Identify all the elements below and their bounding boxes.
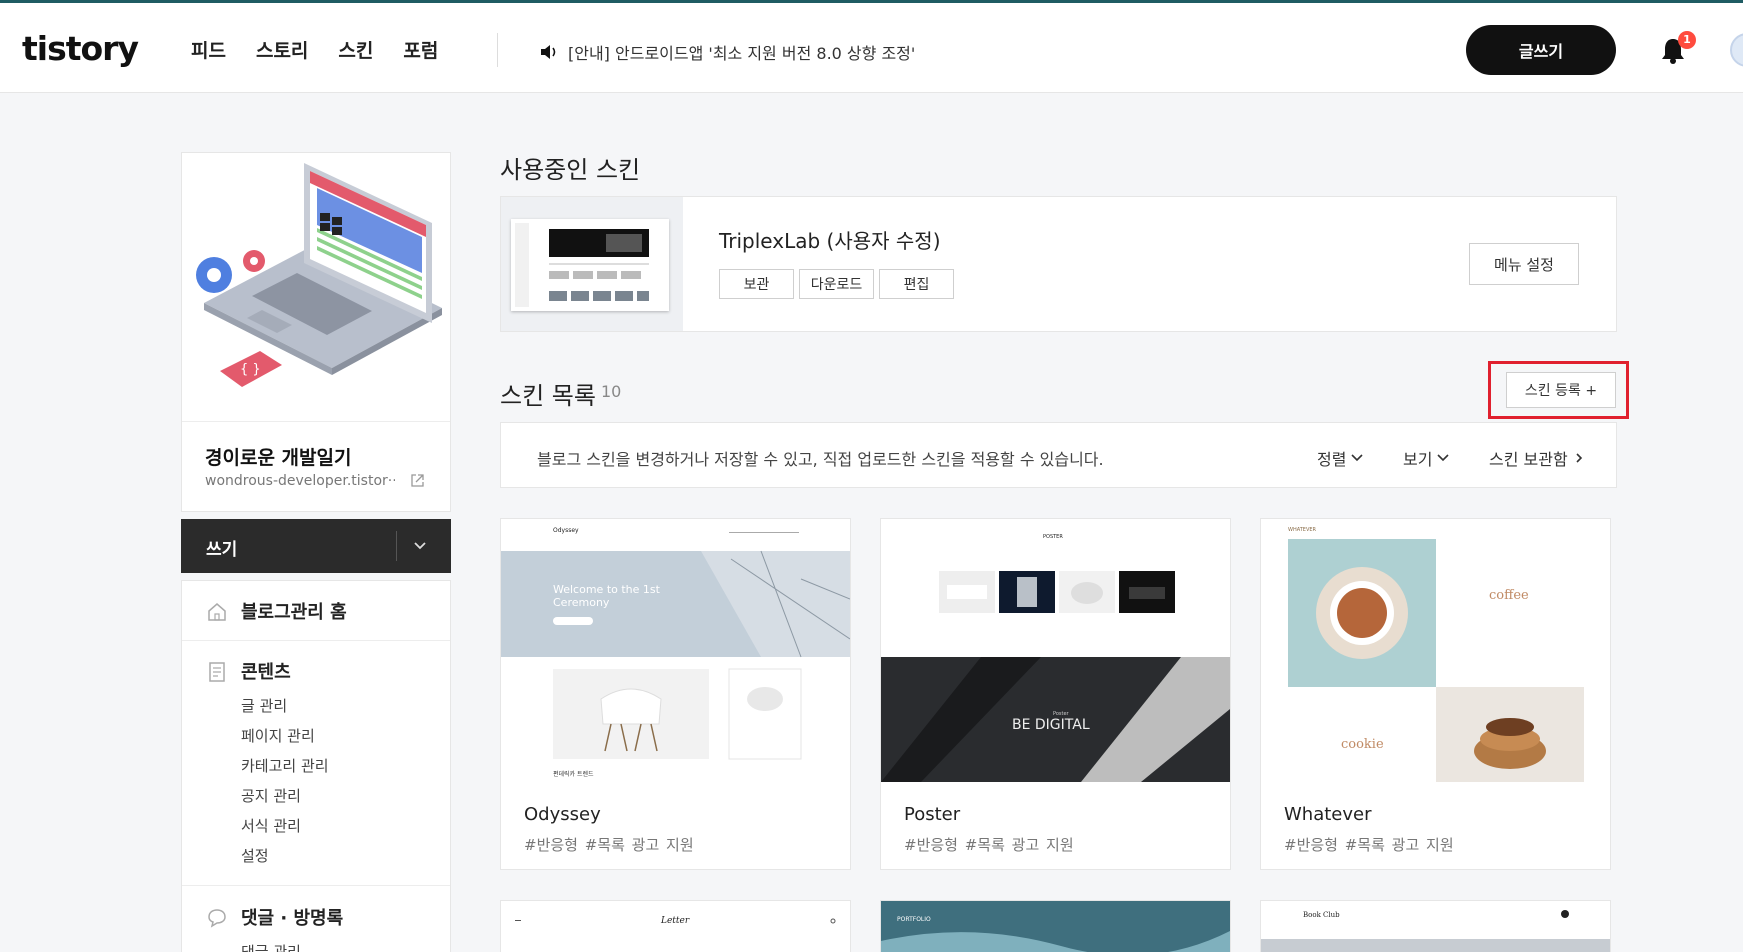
sidebar-item-home[interactable]: 블로그관리 홈 — [182, 581, 450, 641]
blog-name[interactable]: 경이로운 개발일기 — [205, 443, 351, 470]
current-skin-heading: 사용중인 스킨 — [500, 156, 641, 184]
skin-tags-odyssey: #반응형 #목록 광고 지원 — [524, 836, 694, 854]
current-skin-thumbnail[interactable] — [511, 219, 669, 311]
svg-text:{ }: { } — [240, 362, 261, 377]
current-skin-card: TriplexLab (사용자 수정) 보관 다운로드 편집 메뉴 설정 — [500, 196, 1617, 332]
nav-feed[interactable]: 피드 — [191, 36, 226, 63]
nav-divider — [497, 33, 498, 67]
menu-settings-button[interactable]: 메뉴 설정 — [1469, 243, 1579, 285]
skin-storage-label: 스킨 보관함 — [1489, 450, 1568, 469]
skin-list-heading: 스킨 목록 — [500, 382, 596, 410]
sidebar-item-templates[interactable]: 서식 관리 — [241, 815, 301, 836]
skin-card-portfolio[interactable]: PORTFOLIO — [880, 900, 1231, 952]
download-button[interactable]: 다운로드 — [799, 269, 874, 299]
view-dropdown[interactable]: 보기 — [1403, 446, 1450, 470]
comment-icon — [208, 909, 226, 928]
skin-card-letter[interactable]: Letter — [500, 900, 851, 952]
blog-url[interactable]: wondrous-developer.tistor··· — [205, 473, 395, 489]
whatever-brand: WHATEVER — [1288, 527, 1317, 533]
whatever-label-2: cookie — [1341, 737, 1384, 752]
edit-button[interactable]: 편집 — [879, 269, 954, 299]
archive-button[interactable]: 보관 — [719, 269, 794, 299]
view-label: 보기 — [1403, 450, 1433, 469]
odyssey-brand: Odyssey — [553, 527, 579, 534]
chevron-down-icon — [1351, 454, 1364, 462]
register-skin-button[interactable]: 스킨 등록 + — [1506, 372, 1616, 408]
odyssey-caption: 편데릭카 트렌드 — [553, 770, 594, 778]
sort-label: 정렬 — [1317, 450, 1347, 469]
skin-tags-whatever: #반응형 #목록 광고 지원 — [1284, 836, 1454, 854]
laptop-illustration: { } — [182, 153, 450, 421]
nav-skin[interactable]: 스킨 — [338, 36, 373, 63]
current-skin-name: TriplexLab (사용자 수정) — [719, 229, 941, 253]
nav-forum[interactable]: 포럼 — [403, 36, 438, 63]
sidebar-menu: 블로그관리 홈 콘텐츠 글 관리 페이지 관리 카테고리 관리 공지 관리 서식… — [181, 580, 451, 952]
sort-dropdown[interactable]: 정렬 — [1317, 446, 1364, 470]
poster-brand: POSTER — [1043, 534, 1063, 540]
current-skin-thumbnail-area — [501, 197, 683, 331]
nav-story[interactable]: 스토리 — [256, 36, 308, 63]
skin-preview-bookclub: Book Club — [1261, 901, 1610, 952]
sidebar-item-categories[interactable]: 카테고리 관리 — [241, 755, 329, 776]
avatar[interactable] — [1730, 33, 1743, 67]
portfolio-brand: PORTFOLIO — [897, 916, 931, 923]
sidebar-divider — [182, 885, 450, 886]
sidebar-section-comments[interactable]: 댓글 · 방명록 — [241, 904, 343, 930]
skin-card-poster[interactable]: POSTER Poster BE DIGITAL Poster #반응형 #목록… — [880, 518, 1231, 870]
sidebar-item-notices[interactable]: 공지 관리 — [241, 785, 301, 806]
sidebar-home-label: 블로그관리 홈 — [241, 602, 347, 623]
skin-preview-odyssey: Odyssey Welcome to the 1st Ceremony 편데릭카… — [501, 519, 850, 782]
bookclub-brand: Book Club — [1303, 911, 1340, 919]
chevron-down-icon[interactable] — [413, 541, 427, 551]
blog-profile-card: { } 경이로운 개발일기 wondrous-developer.tistor·… — [181, 152, 451, 512]
top-navigation-bar: tistory 피드 스토리 스킨 포럼 [안내] 안드로이드앱 '최소 지원 … — [0, 0, 1743, 93]
document-icon — [209, 662, 225, 682]
skin-storage-link[interactable]: 스킨 보관함 — [1489, 446, 1585, 470]
profile-divider — [182, 421, 450, 422]
external-link-icon[interactable] — [410, 473, 425, 488]
main-nav: 피드 스토리 스킨 포럼 — [191, 36, 438, 63]
notice-banner[interactable]: [안내] 안드로이드앱 '최소 지원 버전 8.0 상향 조정' — [540, 40, 915, 64]
notice-text: [안내] 안드로이드앱 '최소 지원 버전 8.0 상향 조정' — [568, 44, 916, 63]
skin-title-poster: Poster — [904, 804, 961, 825]
sidebar-item-comments[interactable]: 댓글 관리 — [241, 941, 301, 952]
sidebar-item-settings[interactable]: 설정 — [241, 845, 269, 866]
letter-brand: Letter — [660, 916, 690, 926]
skin-preview-portfolio: PORTFOLIO — [881, 901, 1230, 952]
skin-list-count: 10 — [601, 382, 622, 401]
skin-card-bookclub[interactable]: Book Club — [1260, 900, 1611, 952]
skin-preview-whatever: WHATEVER coffee cookie — [1261, 519, 1610, 782]
sidebar-item-pages[interactable]: 페이지 관리 — [241, 725, 315, 746]
skin-preview-poster: POSTER Poster BE DIGITAL — [881, 519, 1230, 782]
speaker-icon — [541, 45, 556, 59]
skin-card-odyssey[interactable]: Odyssey Welcome to the 1st Ceremony 편데릭카… — [500, 518, 851, 870]
sidebar-item-posts[interactable]: 글 관리 — [241, 695, 287, 716]
skin-title-whatever: Whatever — [1284, 804, 1372, 825]
poster-hero-text: BE DIGITAL — [1012, 717, 1090, 733]
chevron-down-icon — [1437, 454, 1450, 462]
skin-preview-letter: Letter — [501, 901, 850, 952]
notification-badge: 1 — [1678, 31, 1696, 49]
odyssey-hero-line1: Welcome to the 1st — [553, 583, 661, 596]
skin-list-toolbar: 블로그 스킨을 변경하거나 저장할 수 있고, 직접 업로드한 스킨을 적용할 … — [500, 422, 1617, 488]
sidebar-write-label[interactable]: 쓰기 — [206, 535, 237, 560]
skin-tags-poster: #반응형 #목록 광고 지원 — [904, 836, 1074, 854]
chevron-right-icon — [1576, 453, 1582, 463]
skin-title-odyssey: Odyssey — [524, 804, 601, 825]
write-post-button[interactable]: 글쓰기 — [1466, 25, 1616, 75]
whatever-label-1: coffee — [1489, 588, 1529, 603]
skin-card-whatever[interactable]: WHATEVER coffee cookie Whatever #반응형 #목록… — [1260, 518, 1611, 870]
write-bar-separator — [396, 531, 397, 561]
home-icon — [208, 603, 226, 621]
tistory-logo[interactable]: tistory — [22, 29, 139, 68]
sidebar-write-bar[interactable]: 쓰기 — [181, 519, 451, 573]
odyssey-hero-line2: Ceremony — [553, 596, 610, 609]
skin-list-description: 블로그 스킨을 변경하거나 저장할 수 있고, 직접 업로드한 스킨을 적용할 … — [537, 450, 1104, 469]
sidebar-section-content[interactable]: 콘텐츠 — [241, 658, 291, 684]
